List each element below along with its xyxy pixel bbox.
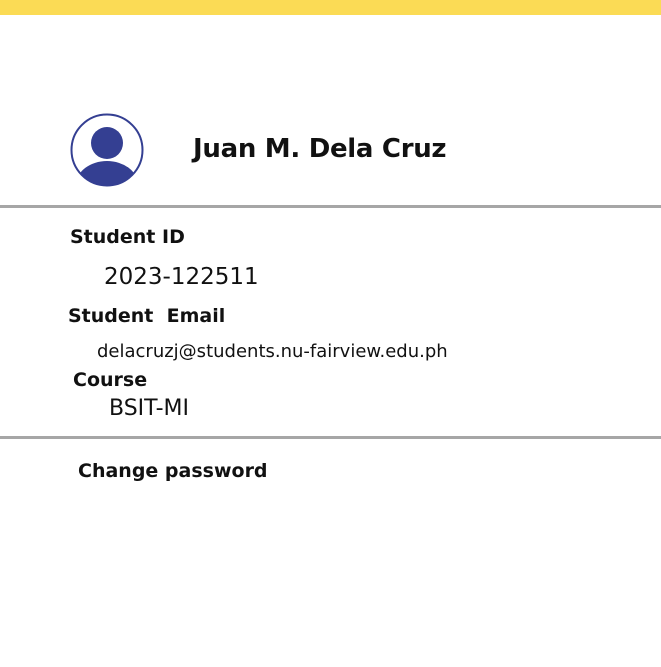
student-email-label: Student Email xyxy=(68,305,226,327)
change-password-link[interactable]: Change password xyxy=(78,459,268,483)
profile-page: Juan M. Dela Cruz Student ID 2023-122511… xyxy=(0,0,661,667)
student-email-value: delacruzj@students.nu-fairview.edu.ph xyxy=(97,341,448,362)
student-id-label: Student ID xyxy=(70,226,185,248)
student-name: Juan M. Dela Cruz xyxy=(193,134,447,164)
student-id-value: 2023-122511 xyxy=(104,264,259,290)
accent-top-bar xyxy=(0,0,661,15)
course-value: BSIT-MI xyxy=(109,396,189,421)
course-label: Course xyxy=(73,369,148,391)
divider xyxy=(0,205,661,208)
divider xyxy=(0,436,661,439)
user-avatar-icon xyxy=(70,113,144,187)
